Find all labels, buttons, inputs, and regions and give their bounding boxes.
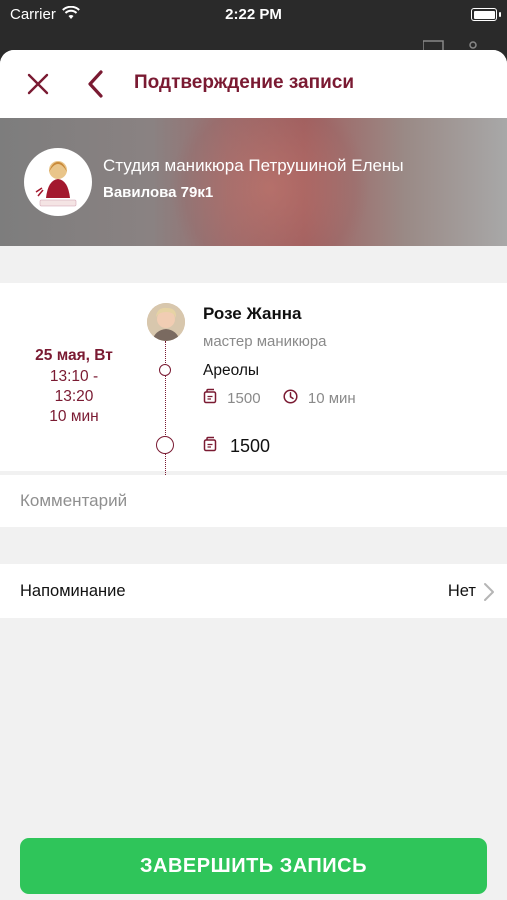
timeline-total-dot [156,436,174,454]
master-role: мастер маникюра [203,333,327,350]
timeline-line [165,341,166,483]
master-name: Розе Жанна [203,304,302,323]
salon-name: Студия маникюра Петрушиной Елены [103,156,404,175]
reminder-label: Напоминание [20,582,126,600]
price-tag-icon [203,436,217,457]
hero-background-photo [160,118,380,246]
appointment-date: 25 мая, Вт [35,347,113,364]
timeline-service-dot [159,364,171,376]
service-details: 1500 10 мин [203,388,356,408]
total-row: 1500 [203,435,270,457]
back-icon[interactable] [84,68,108,100]
status-bar: Carrier 2:22 PM [0,0,507,30]
service-price: 1500 [227,389,261,407]
booking-sheet: Подтверждение записи Студия маникюра Пет… [0,50,507,900]
price-tag-icon [203,388,217,408]
appointment-time-end: 13:20 [54,388,94,405]
complete-booking-button[interactable]: ЗАВЕРШИТЬ ЗАПИСЬ [20,838,487,894]
service-duration: 10 мин [307,389,356,407]
clock: 2:22 PM [225,6,282,23]
battery-tip [499,12,501,17]
battery-icon [471,8,497,21]
nav-bar: Подтверждение записи [0,50,507,118]
total-price: 1500 [230,435,271,456]
comment-field[interactable]: Комментарий [0,475,507,527]
appointment-duration: 10 мин [49,408,99,425]
chevron-right-icon [483,582,495,607]
master-avatar [147,303,185,341]
salon-address: Вавилова 79к1 [103,184,214,201]
page-title: Подтверждение записи [134,72,354,93]
close-icon[interactable] [24,70,52,98]
appointment-card: 25 мая, Вт 13:10 - 13:20 10 мин Розе Жан… [0,283,507,483]
salon-header: Студия маникюра Петрушиной Елены Вавилов… [0,118,507,246]
comment-placeholder: Комментарий [20,491,128,510]
service-name: Ареолы [203,362,260,379]
reminder-value: Нет [447,582,476,600]
reminder-row[interactable]: Напоминание Нет [0,564,507,618]
salon-logo [24,148,92,216]
clock-icon [283,388,298,408]
appointment-time-start: 13:10 - [49,368,99,385]
